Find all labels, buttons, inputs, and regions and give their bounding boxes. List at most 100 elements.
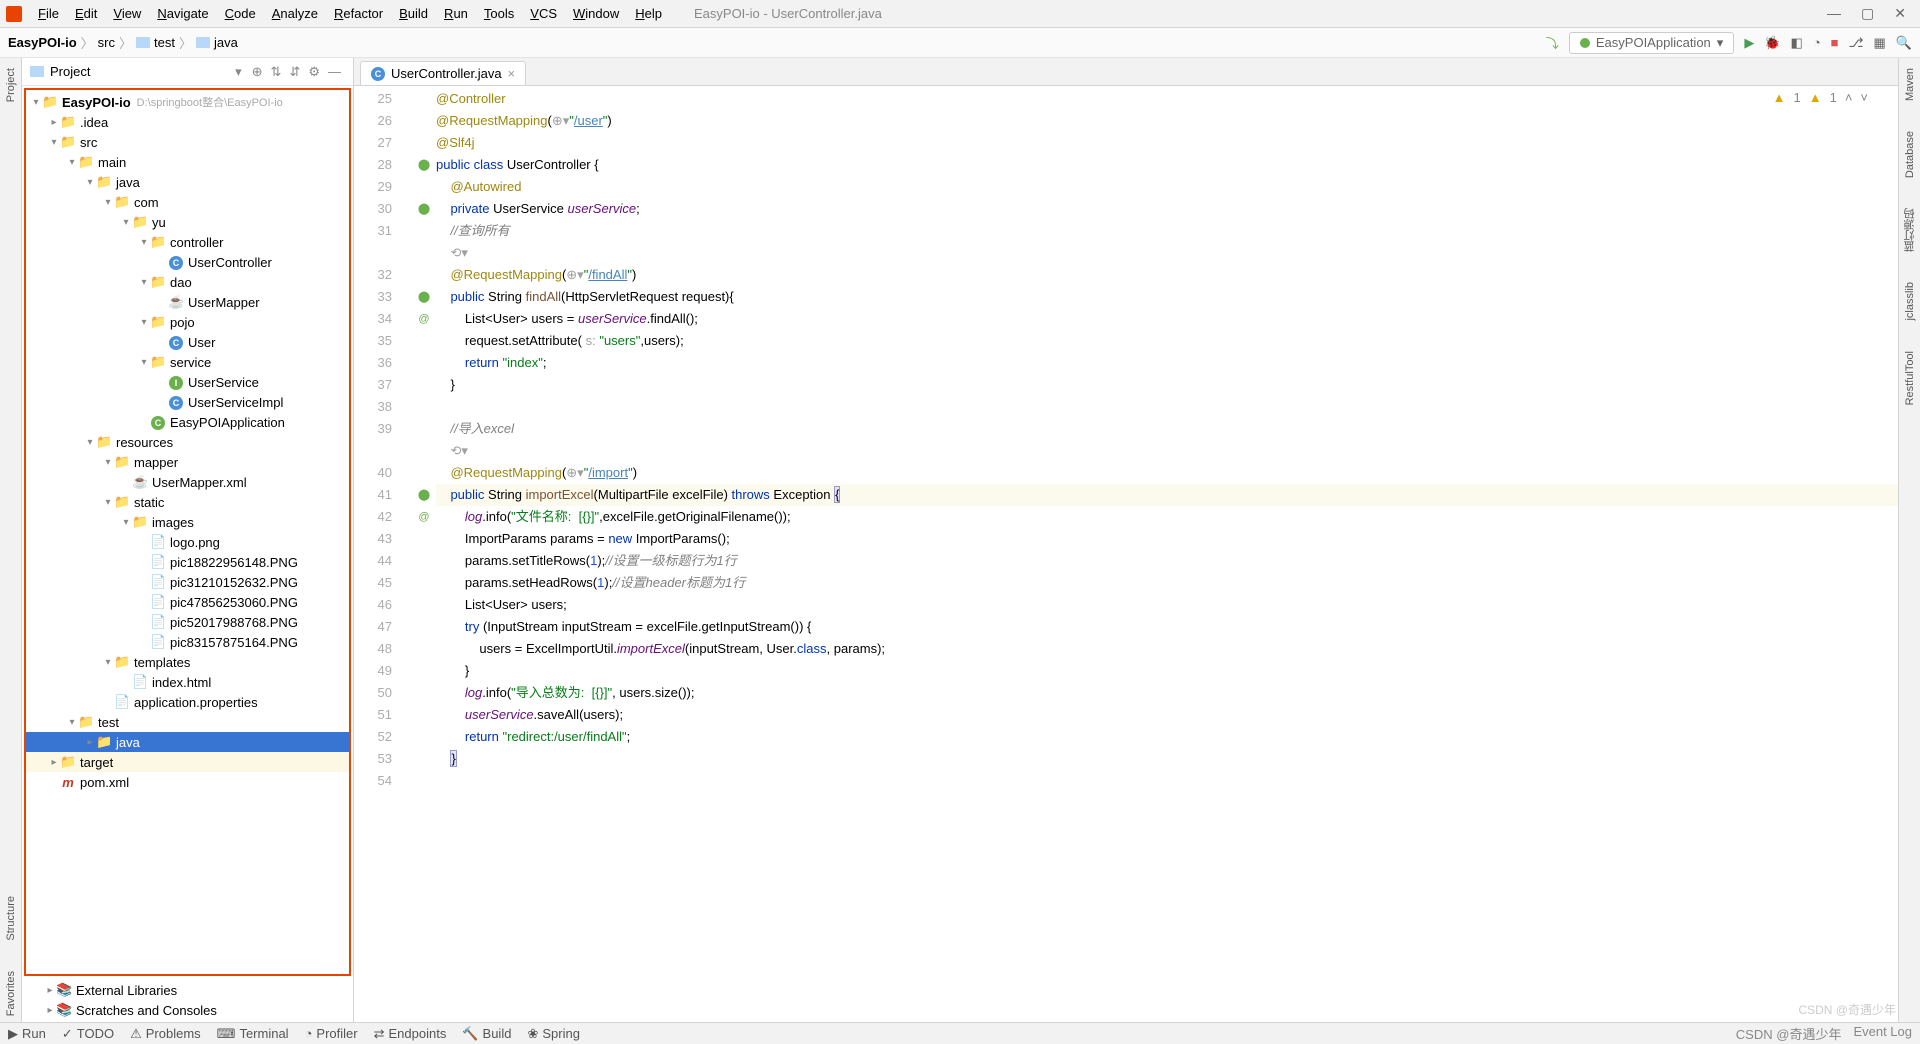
tab-lantern[interactable]: 蓝灯源码 bbox=[1902, 202, 1918, 258]
editor-tab-usercontroller[interactable]: C UserController.java × bbox=[360, 61, 526, 85]
event-log-button[interactable]: Event Log bbox=[1853, 1024, 1912, 1043]
tree-item-logo-png[interactable]: 📄logo.png bbox=[26, 532, 349, 552]
chevron-up-icon[interactable]: ˄ bbox=[1845, 90, 1853, 105]
menu-view[interactable]: View bbox=[105, 4, 149, 23]
tree-item-pojo[interactable]: ▾📁pojo bbox=[26, 312, 349, 332]
tree-item-test[interactable]: ▾📁test bbox=[26, 712, 349, 732]
breadcrumb-segment[interactable]: src bbox=[98, 35, 115, 50]
tree-item-index-html[interactable]: 📄index.html bbox=[26, 672, 349, 692]
git-icon[interactable]: ⎇ bbox=[1849, 35, 1864, 51]
project-tree[interactable]: ▾📁EasyPOI-ioD:\springboot整合\EasyPOI-io▸📁… bbox=[24, 88, 351, 976]
tab-project[interactable]: Project bbox=[5, 62, 17, 108]
breadcrumb-segment[interactable]: java bbox=[214, 35, 238, 50]
tool-run[interactable]: ▶Run bbox=[8, 1026, 46, 1042]
menu-window[interactable]: Window bbox=[565, 4, 627, 23]
tab-restfultool[interactable]: RestfulTool bbox=[1904, 345, 1916, 411]
tree-item-external-libraries[interactable]: ▸📚External Libraries bbox=[22, 980, 353, 1000]
tree-item-usermapper[interactable]: ☕UserMapper bbox=[26, 292, 349, 312]
tree-item-pic83157875164-png[interactable]: 📄pic83157875164.PNG bbox=[26, 632, 349, 652]
tree-item--idea[interactable]: ▸📁.idea bbox=[26, 112, 349, 132]
close-tab-icon[interactable]: × bbox=[508, 66, 516, 81]
editor-inspections[interactable]: ▲1 ▲1 ˄ ˅ bbox=[1773, 90, 1868, 105]
tree-item-service[interactable]: ▾📁service bbox=[26, 352, 349, 372]
tool-todo[interactable]: ✓TODO bbox=[62, 1026, 114, 1042]
tree-item-target[interactable]: ▸📁target bbox=[26, 752, 349, 772]
menu-edit[interactable]: Edit bbox=[67, 4, 105, 23]
menu-analyze[interactable]: Analyze bbox=[264, 4, 326, 23]
tree-item-images[interactable]: ▾📁images bbox=[26, 512, 349, 532]
layout-icon[interactable]: ▦ bbox=[1874, 35, 1886, 51]
expand-all-icon[interactable]: ⇅ bbox=[271, 64, 282, 80]
minimize-icon[interactable]: — bbox=[1827, 5, 1841, 22]
tree-item-controller[interactable]: ▾📁controller bbox=[26, 232, 349, 252]
tree-item-easypoiapplication[interactable]: CEasyPOIApplication bbox=[26, 412, 349, 432]
breadcrumb[interactable]: EasyPOI-io〉src〉test〉java bbox=[8, 33, 238, 52]
tree-item-user[interactable]: CUser bbox=[26, 332, 349, 352]
tree-item-templates[interactable]: ▾📁templates bbox=[26, 652, 349, 672]
search-icon[interactable]: 🔍 bbox=[1896, 35, 1912, 51]
debug-icon[interactable]: 🐞 bbox=[1764, 35, 1780, 51]
tool-problems[interactable]: ⚠Problems bbox=[130, 1026, 201, 1042]
menu-help[interactable]: Help bbox=[627, 4, 670, 23]
maximize-icon[interactable]: ▢ bbox=[1861, 5, 1874, 22]
tree-item-com[interactable]: ▾📁com bbox=[26, 192, 349, 212]
chevron-down-icon[interactable]: ˅ bbox=[1860, 90, 1868, 105]
menu-build[interactable]: Build bbox=[391, 4, 436, 23]
gear-icon[interactable]: ⚙ bbox=[308, 64, 320, 80]
menu-code[interactable]: Code bbox=[217, 4, 264, 23]
tree-root[interactable]: ▾📁EasyPOI-ioD:\springboot整合\EasyPOI-io bbox=[26, 92, 349, 112]
tree-item-pic31210152632-png[interactable]: 📄pic31210152632.PNG bbox=[26, 572, 349, 592]
menu-navigate[interactable]: Navigate bbox=[149, 4, 216, 23]
tree-item-main[interactable]: ▾📁main bbox=[26, 152, 349, 172]
breadcrumb-segment[interactable]: test bbox=[154, 35, 175, 50]
tool-spring[interactable]: ❀Spring bbox=[527, 1026, 579, 1042]
tree-item-usermapper-xml[interactable]: ☕UserMapper.xml bbox=[26, 472, 349, 492]
hide-icon[interactable]: — bbox=[328, 64, 341, 79]
select-opened-icon[interactable]: ⊕ bbox=[252, 64, 263, 80]
run-configuration-selector[interactable]: EasyPOIApplication ▾ bbox=[1569, 32, 1734, 54]
tree-item-scratches-and-consoles[interactable]: ▸📚Scratches and Consoles bbox=[22, 1000, 353, 1020]
tree-item-usercontroller[interactable]: CUserController bbox=[26, 252, 349, 272]
tree-item-static[interactable]: ▾📁static bbox=[26, 492, 349, 512]
tree-item-resources[interactable]: ▾📁resources bbox=[26, 432, 349, 452]
menu-run[interactable]: Run bbox=[436, 4, 476, 23]
tree-item-pic47856253060-png[interactable]: 📄pic47856253060.PNG bbox=[26, 592, 349, 612]
stop-icon[interactable]: ■ bbox=[1831, 35, 1839, 50]
tab-database[interactable]: Database bbox=[1904, 125, 1916, 184]
tree-item-mapper[interactable]: ▾📁mapper bbox=[26, 452, 349, 472]
collapse-all-icon[interactable]: ⇵ bbox=[289, 64, 300, 80]
run-icon[interactable]: ▶ bbox=[1744, 35, 1754, 51]
tool-terminal[interactable]: ⌨Terminal bbox=[217, 1026, 289, 1042]
close-icon[interactable]: ✕ bbox=[1894, 5, 1906, 22]
tab-jclasslib[interactable]: jclasslib bbox=[1904, 276, 1916, 327]
tree-item-userserviceimpl[interactable]: CUserServiceImpl bbox=[26, 392, 349, 412]
tree-item-java[interactable]: ▾📁java bbox=[26, 172, 349, 192]
tree-item-pic52017988768-png[interactable]: 📄pic52017988768.PNG bbox=[26, 612, 349, 632]
code-content[interactable]: @Controller@RequestMapping(⊕▾"/user")@Sl… bbox=[436, 86, 1898, 1022]
tab-maven[interactable]: Maven bbox=[1904, 62, 1916, 107]
code-editor[interactable]: ▲1 ▲1 ˄ ˅ 252627282930313233343536373839… bbox=[354, 86, 1898, 1022]
tab-structure[interactable]: Structure bbox=[5, 890, 17, 947]
tree-item-dao[interactable]: ▾📁dao bbox=[26, 272, 349, 292]
menu-file[interactable]: File bbox=[30, 4, 67, 23]
tree-item-src[interactable]: ▾📁src bbox=[26, 132, 349, 152]
profile-icon[interactable]: ◔ bbox=[1813, 35, 1821, 50]
tree-item-java[interactable]: ▸📁java bbox=[26, 732, 349, 752]
breadcrumb-segment[interactable]: EasyPOI-io bbox=[8, 35, 77, 50]
tool-endpoints[interactable]: ⇄Endpoints bbox=[374, 1026, 447, 1042]
menu-refactor[interactable]: Refactor bbox=[326, 4, 391, 23]
tab-favorites[interactable]: Favorites bbox=[5, 965, 17, 1022]
tree-item-yu[interactable]: ▾📁yu bbox=[26, 212, 349, 232]
icon-gutter[interactable]: ⬤⬤⬤ @⬤ @ bbox=[412, 86, 436, 1022]
tree-item-pom-xml[interactable]: mpom.xml bbox=[26, 772, 349, 792]
tree-item-userservice[interactable]: IUserService bbox=[26, 372, 349, 392]
coverage-icon[interactable]: ◧ bbox=[1791, 35, 1803, 51]
tool-profiler[interactable]: ◔Profiler bbox=[305, 1026, 358, 1042]
line-number-gutter[interactable]: 2526272829303132333435363738394041424344… bbox=[354, 86, 412, 1022]
menu-tools[interactable]: Tools bbox=[476, 4, 522, 23]
tool-build[interactable]: 🔨Build bbox=[462, 1026, 511, 1042]
menu-vcs[interactable]: VCS bbox=[522, 4, 565, 23]
chevron-down-icon[interactable]: ▾ bbox=[235, 64, 242, 80]
tree-item-application-properties[interactable]: 📄application.properties bbox=[26, 692, 349, 712]
tree-item-pic18822956148-png[interactable]: 📄pic18822956148.PNG bbox=[26, 552, 349, 572]
